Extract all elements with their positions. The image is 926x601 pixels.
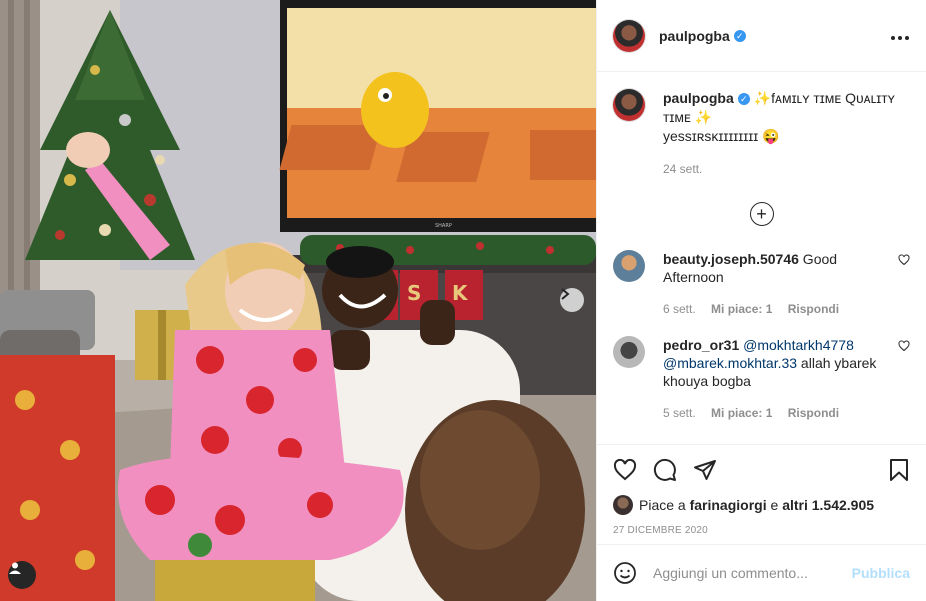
verified-badge-icon: ✓ (737, 93, 750, 105)
caption-line2: yessɪʀsᴋɪɪɪɪɪɪɪɪ 😜 (663, 128, 780, 144)
comment-likes[interactable]: Mi piace: 1 (711, 406, 772, 420)
author-username[interactable]: paulpogba (659, 28, 730, 44)
comment-mention[interactable]: @mbarek.mokhtar.33 (663, 355, 797, 371)
reply-button[interactable]: Rispondi (788, 406, 839, 420)
likes-prefix: Piace a (639, 497, 686, 513)
commenter-avatar[interactable] (613, 250, 645, 282)
liker-avatar[interactable] (613, 495, 633, 515)
publish-button[interactable]: Pubblica (852, 565, 910, 581)
comment-item: pedro_or31 @mokhtarkh4778 @mbarek.mokhta… (597, 336, 926, 422)
caption-text: paulpogba ✓ ✨fᴀᴍɪʟʏ ᴛɪᴍᴇ Qᴜᴀʟɪᴛʏ ᴛɪᴍᴇ ✨ y… (663, 89, 910, 146)
emoji-button[interactable] (613, 561, 637, 585)
comment-meta: 6 sett. Mi piace: 1 Rispondi (663, 300, 892, 318)
paper-plane-icon (694, 460, 716, 480)
save-button[interactable] (888, 458, 910, 482)
comment-username[interactable]: beauty.joseph.50746 (663, 251, 799, 267)
comment-text: beauty.joseph.50746 Good Afternoon (663, 250, 892, 286)
like-comment-heart-icon[interactable] (898, 340, 910, 352)
comment-text: pedro_or31 @mokhtarkh4778 @mbarek.mokhta… (663, 336, 892, 390)
caption-avatar[interactable] (613, 89, 645, 121)
reply-button[interactable]: Rispondi (788, 302, 839, 316)
next-photo-button[interactable] (560, 288, 584, 312)
action-icons-row (613, 445, 910, 495)
comments-scroll-area[interactable]: paulpogba ✓ ✨fᴀᴍɪʟʏ ᴛɪᴍᴇ Qᴜᴀʟɪᴛʏ ᴛɪᴍᴇ ✨ y… (597, 73, 926, 444)
post-photo[interactable]: S K SHARP (0, 0, 596, 601)
add-comment-bar: Pubblica (597, 544, 926, 601)
commenter-avatar[interactable] (613, 336, 645, 368)
more-dots-icon (891, 36, 909, 40)
comment-likes[interactable]: Mi piace: 1 (711, 302, 772, 316)
comment-mention[interactable]: @mokhtarkh4778 (743, 337, 854, 353)
chevron-right-icon (561, 288, 570, 300)
comment-time[interactable]: 5 sett. (663, 406, 696, 420)
comment-username[interactable]: pedro_or31 (663, 337, 739, 353)
load-more-comments-button[interactable]: + (749, 202, 774, 226)
comment-time[interactable]: 6 sett. (663, 302, 696, 316)
post-header: paulpogba ✓ (597, 0, 926, 72)
post-caption: paulpogba ✓ ✨fᴀᴍɪʟʏ ᴛɪᴍᴇ Qᴜᴀʟɪᴛʏ ᴛɪᴍᴇ ✨ y… (597, 73, 926, 176)
tagged-users-button[interactable] (8, 561, 36, 589)
likes-mid: e (770, 497, 779, 513)
svg-text:K: K (452, 281, 469, 305)
comment-input[interactable] (653, 565, 852, 581)
load-more-comments: + (597, 202, 926, 226)
comment-meta: 5 sett. Mi piace: 1 Rispondi (663, 404, 892, 422)
comment-item: beauty.joseph.50746 Good Afternoon 6 set… (597, 250, 926, 318)
user-icon (9, 562, 21, 574)
more-options-button[interactable] (890, 25, 910, 46)
heart-icon (613, 458, 637, 481)
liker-username[interactable]: farinagiorgi (690, 497, 767, 513)
like-comment-heart-icon[interactable] (898, 254, 910, 266)
likes-count[interactable]: altri 1.542.905 (782, 497, 874, 513)
post-side-panel: paulpogba ✓ paulpogba ✓ ✨fᴀᴍɪʟʏ ᴛɪᴍᴇ Qᴜᴀʟ… (596, 0, 926, 601)
comment-bubble-icon (653, 458, 676, 481)
post-date[interactable]: 27 DICEMBRE 2020 (613, 525, 910, 536)
comment-button[interactable] (653, 458, 677, 482)
emoji-smile-icon (614, 562, 636, 584)
post-actions: Piace a farinagiorgi e altri 1.542.905 2… (597, 444, 926, 536)
likes-summary: Piace a farinagiorgi e altri 1.542.905 (613, 495, 910, 515)
bookmark-icon (890, 459, 908, 481)
svg-text:S: S (407, 281, 421, 305)
photo-illustration: S K SHARP (0, 0, 596, 601)
caption-time[interactable]: 24 sett. (663, 162, 910, 176)
verified-badge-icon: ✓ (733, 29, 746, 42)
author-avatar[interactable] (613, 19, 645, 52)
like-button[interactable] (613, 458, 637, 482)
tv-brand: SHARP (435, 223, 452, 229)
caption-username[interactable]: paulpogba (663, 90, 734, 106)
share-button[interactable] (693, 458, 717, 482)
